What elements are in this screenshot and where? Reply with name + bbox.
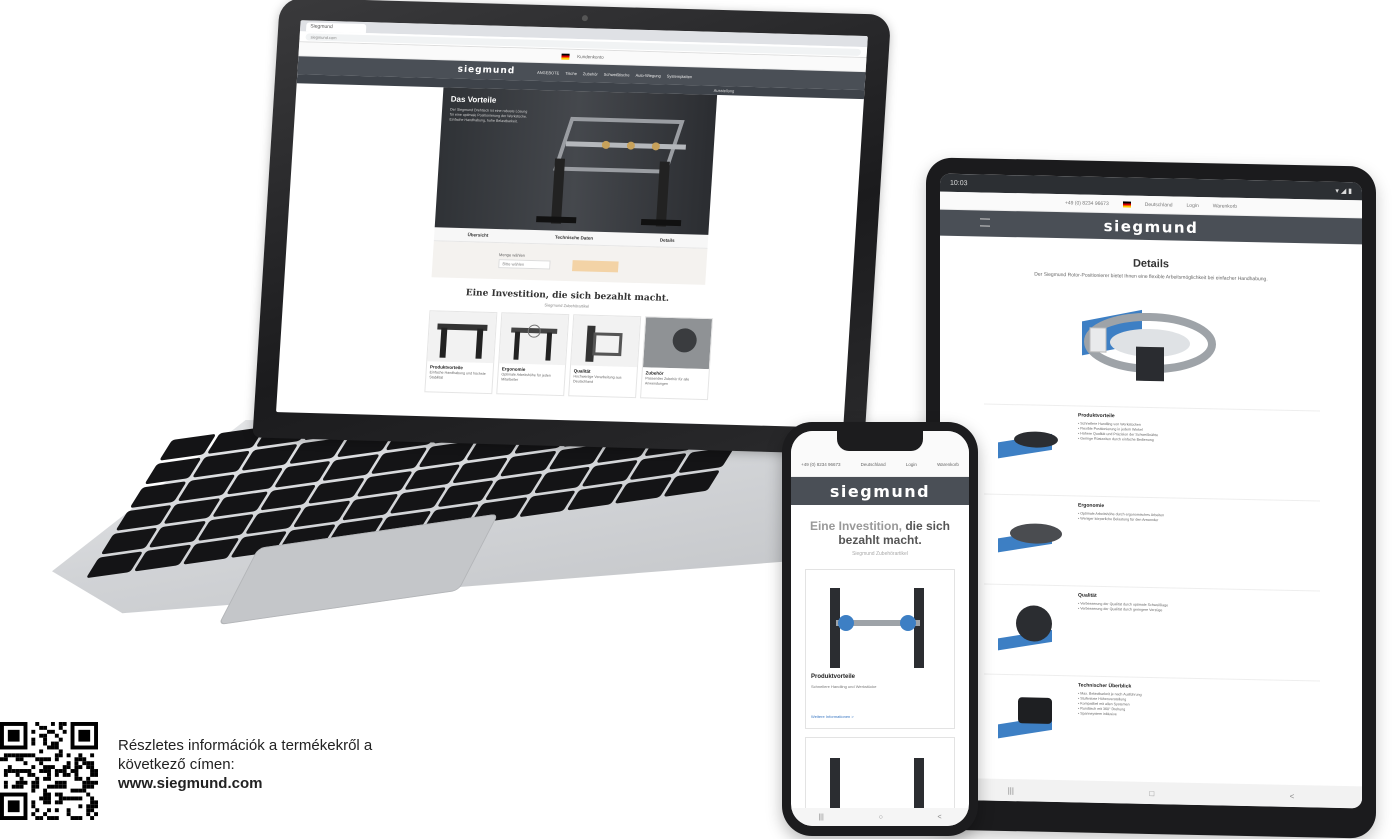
feature-image <box>984 675 1074 766</box>
phone-headline: Eine Investition, die sich bezahlt macht… <box>799 519 961 547</box>
camera-icon <box>581 15 589 22</box>
login-link[interactable]: Login <box>906 462 917 467</box>
laptop-lid: Siegmund siegmund.com Kundenkonto siegmu… <box>252 0 892 455</box>
recent-apps-icon[interactable]: ||| <box>1008 785 1014 794</box>
product-card[interactable]: Produktvorteile Schnellere Handling und … <box>805 569 955 729</box>
more-info-link[interactable]: Weitere Informationen > <box>811 714 854 719</box>
cart-link[interactable]: Warenkorb <box>1213 203 1237 210</box>
feature-text: Technischer Überblick • Max. Belastbarke… <box>1074 676 1320 770</box>
country-label[interactable]: Deutschland <box>861 462 886 467</box>
feature-row: Technischer Überblick • Max. Belastbarke… <box>984 673 1320 771</box>
cart-link[interactable]: Warenkorb <box>937 462 959 467</box>
country-label[interactable]: Deutschland <box>1145 201 1173 208</box>
add-to-cart-button[interactable] <box>571 260 619 273</box>
feature-list: Produktvorteile • Schnellere Handling vo… <box>984 403 1320 771</box>
caption-line-1: Részletes információk a termékekről a <box>118 737 373 754</box>
nav-item[interactable]: Tische <box>565 70 577 75</box>
positioner-machine-image <box>536 116 686 227</box>
account-link[interactable]: Kundenkonto <box>577 54 604 60</box>
feature-image <box>984 495 1074 586</box>
rotor-positioner-image <box>940 287 1362 406</box>
laptop-screen: Siegmund siegmund.com Kundenkonto siegmu… <box>276 20 868 428</box>
site-logo[interactable]: siegmund <box>1104 217 1199 237</box>
browser-tab[interactable]: Siegmund <box>305 22 367 34</box>
tab-technical[interactable]: Technische Daten <box>555 235 593 241</box>
tab-overview[interactable]: Übersicht <box>467 232 488 238</box>
phone-notch <box>837 431 923 451</box>
phone-subtitle: Siegmund Zubehörartikel <box>852 551 908 557</box>
feature-text: Ergonomie • Optimale Arbeitshöhe durch e… <box>1074 496 1320 590</box>
home-icon[interactable]: ○ <box>879 814 883 821</box>
card-image <box>427 311 497 364</box>
phone-device: +49 (0) 8234 96673 Deutschland Login War… <box>782 422 978 836</box>
tablet-screen: 10:03 ▾ ◢ ▮ +49 (0) 8234 96673 Deutschla… <box>940 173 1362 809</box>
main-nav: ANGEBOTE Tische Zubehör Schweißtische Au… <box>537 69 692 78</box>
qr-code-icon <box>0 722 98 820</box>
website-link[interactable]: www.siegmund.com <box>118 774 372 793</box>
phone-navbar: siegmund <box>791 477 969 505</box>
nav-item[interactable]: Systemplatten <box>667 73 693 79</box>
card-title: Produktvorteile <box>811 674 856 680</box>
back-icon[interactable]: < <box>938 814 942 821</box>
quantity-select[interactable]: Bitte wählen <box>498 259 551 270</box>
nav-item[interactable]: Zubehör <box>583 71 598 76</box>
card-image <box>499 313 569 366</box>
phone-link[interactable]: +49 (0) 8234 96673 <box>801 462 840 467</box>
card-text: Schnellere Handling und Werkstücke <box>811 684 877 689</box>
status-time: 10:03 <box>950 179 968 187</box>
caption: Részletes információk a termékekről a kö… <box>118 736 372 793</box>
feature-row: Ergonomie • Optimale Arbeitshöhe durch e… <box>984 493 1320 591</box>
hero-text: Das Vorteile Der Siegmund Drehtisch ist … <box>449 95 531 125</box>
feature-row: Qualität • Verbesserung der Qualität dur… <box>984 583 1320 681</box>
home-icon[interactable]: □ <box>1149 788 1154 797</box>
german-flag-icon[interactable] <box>1122 200 1131 208</box>
german-flag-icon[interactable] <box>561 53 570 60</box>
card-text: Optimale Arbeitshöhe für jeden Mitarbeit… <box>501 372 551 382</box>
feature-text: Produktvorteile • Schnellere Handling vo… <box>1074 406 1320 500</box>
phone-screen: +49 (0) 8234 96673 Deutschland Login War… <box>791 431 969 826</box>
phone-link[interactable]: +49 (0) 8234 96673 <box>1065 200 1109 207</box>
card-text: Passendes Zubehör für alle Anwendungen <box>644 376 690 386</box>
product-image <box>830 588 924 668</box>
hero-title: Das Vorteile <box>450 94 497 105</box>
product-card[interactable]: Qualität Hochwertige Verarbeitung aus De… <box>568 314 642 399</box>
tablet-device: 10:03 ▾ ◢ ▮ +49 (0) 8234 96673 Deutschla… <box>926 157 1376 839</box>
order-form: Menge wählen Bitte wählen <box>431 241 708 285</box>
product-card[interactable]: Zubehör Passendes Zubehör für alle Anwen… <box>640 316 714 401</box>
feature-text: Qualität • Verbesserung der Qualität dur… <box>1074 586 1320 680</box>
product-card[interactable]: Produktvorteile Einfache Handhabung und … <box>424 310 498 395</box>
hero-body: Der Siegmund Drehtisch ist eine robuste … <box>449 107 528 124</box>
nav-item[interactable]: Auto-Wiegung <box>635 72 661 78</box>
tablet-system-nav: ||| □ < <box>940 777 1362 809</box>
caption-line-2: következő címen: <box>118 756 235 773</box>
product-cards: Produktvorteile Einfache Handhabung und … <box>424 310 714 401</box>
details-subtitle: Der Siegmund Rotor-Positionierer bietet … <box>1034 271 1268 283</box>
nav-item[interactable]: Schweißtische <box>604 71 630 77</box>
card-text: Einfache Handhabung und höchste Stabilit… <box>429 370 486 380</box>
subnav-item[interactable]: Ausstellung <box>714 88 735 94</box>
tab-details[interactable]: Details <box>660 238 675 243</box>
login-link[interactable]: Login <box>1187 202 1199 208</box>
recent-apps-icon[interactable]: ||| <box>818 814 823 821</box>
status-icons: ▾ ◢ ▮ <box>1335 187 1352 196</box>
feature-row: Produktvorteile • Schnellere Handling vo… <box>984 403 1320 501</box>
headline-part-a: Eine Investition, <box>809 519 902 533</box>
quantity-label: Menge wählen <box>498 252 526 258</box>
site-logo[interactable]: siegmund <box>457 65 515 77</box>
card-image <box>571 315 641 368</box>
product-card[interactable]: Ergonomie Optimale Arbeitshöhe für jeden… <box>496 312 570 397</box>
hamburger-menu-icon[interactable] <box>980 218 990 227</box>
product-hero: Das Vorteile Der Siegmund Drehtisch ist … <box>434 87 718 235</box>
back-icon[interactable]: < <box>1290 791 1295 800</box>
feature-image <box>984 405 1074 496</box>
card-text: Hochwertige Verarbeitung aus Deutschland <box>572 374 622 384</box>
site-logo[interactable]: siegmund <box>830 482 930 501</box>
feature-image <box>984 585 1074 676</box>
card-image <box>642 317 713 370</box>
nav-item[interactable]: ANGEBOTE <box>537 69 560 75</box>
phone-system-nav: ||| ○ < <box>791 808 969 826</box>
